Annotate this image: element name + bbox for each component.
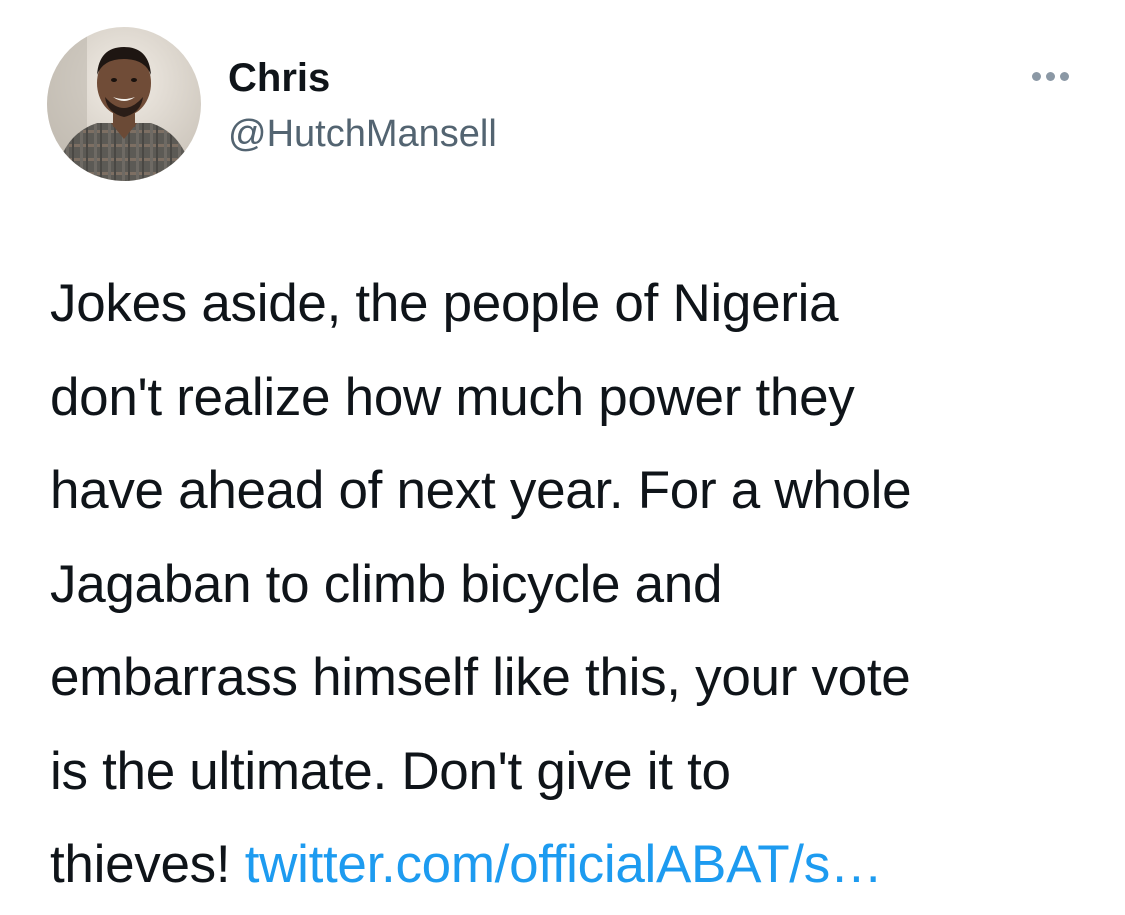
tweet-text-line: embarrass himself like this, your vote (50, 648, 911, 707)
more-options-button[interactable] (1022, 58, 1078, 94)
more-horizontal-icon-dot (1059, 71, 1069, 81)
tweet-text-last-line: thieves! twitter.com/officialABAT/s… (50, 818, 1115, 912)
user-handle[interactable]: @HutchMansell (228, 111, 497, 157)
more-horizontal-icon-dot (1045, 71, 1055, 81)
more-horizontal-icon (1031, 71, 1041, 81)
tweet-text-line: is the ultimate. Don't give it to (50, 741, 731, 801)
avatar[interactable] (47, 27, 201, 181)
tweet-text-line-end: thieves! (50, 835, 231, 894)
tweet-card: Chris @HutchMansell Jokes aside, the peo… (0, 0, 1125, 915)
avatar-photo (47, 27, 201, 181)
tweet-link[interactable]: twitter.com/officialABAT/s… (245, 835, 883, 894)
user-display-name[interactable]: Chris (228, 54, 330, 102)
tweet-text-line: don't realize how much power they (50, 367, 855, 427)
tweet-text-line: have ahead of next year. For a whole (50, 461, 912, 520)
tweet-text: Jokes aside, the people of Nigeria don't… (50, 257, 1115, 912)
tweet-text-line: Jokes aside, the people of Nigeria (50, 274, 839, 333)
tweet-text-line: Jagaban to climb bicycle and (50, 554, 723, 614)
